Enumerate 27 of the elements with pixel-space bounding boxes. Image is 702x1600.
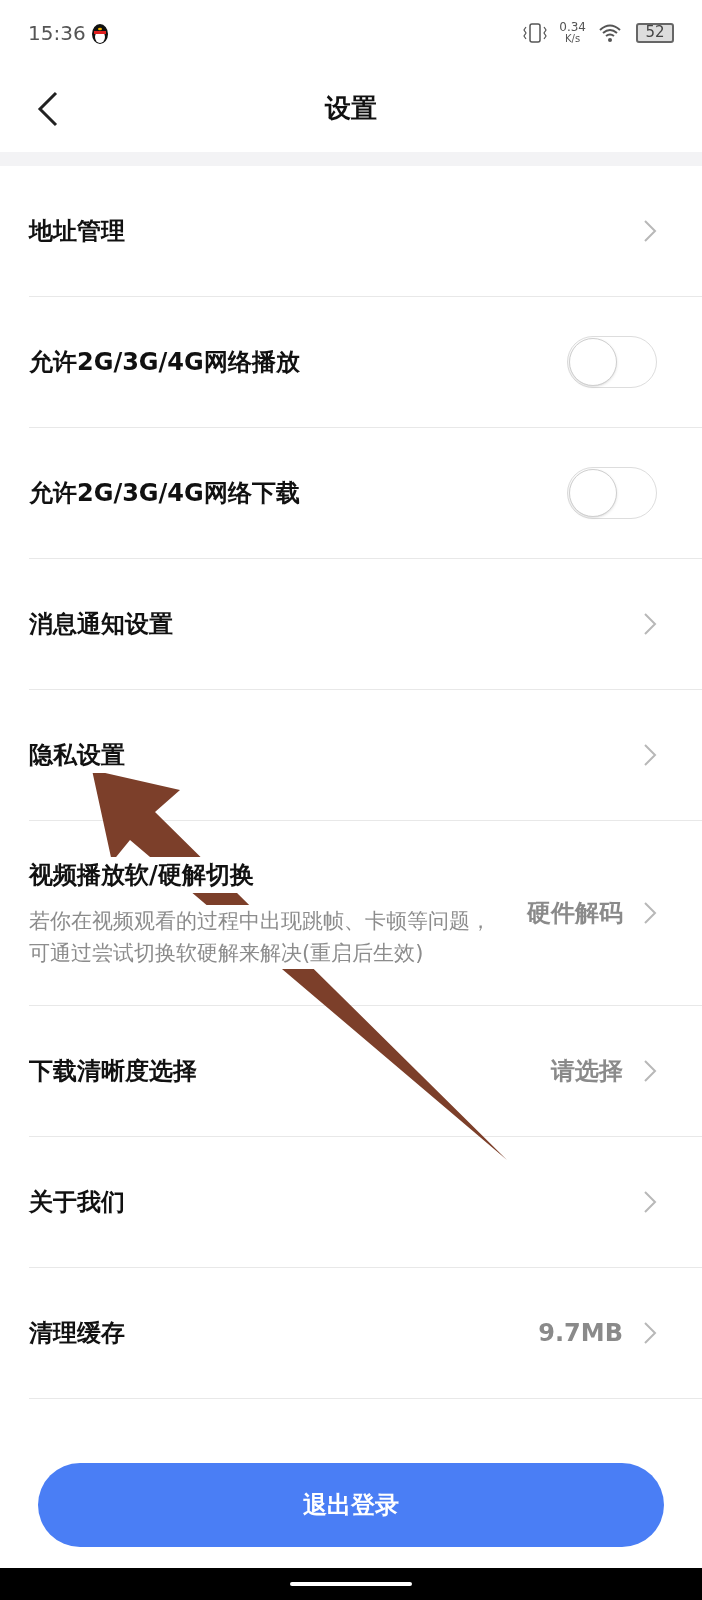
status-time: 15:36 [28, 19, 86, 47]
settings-row[interactable]: 地址管理 [29, 166, 702, 297]
chevron-right-icon [643, 1321, 657, 1345]
settings-row[interactable]: 关于我们 [29, 1137, 702, 1268]
network-speed: 0.34 [559, 20, 586, 33]
page-title: 设置 [325, 92, 377, 125]
chevron-right-icon [643, 1190, 657, 1214]
chevron-right-icon [643, 1059, 657, 1083]
row-value: 硬件解码 [527, 898, 623, 929]
settings-row[interactable]: 允许2G/3G/4G网络下载 [29, 428, 702, 559]
chevron-right-icon [643, 743, 657, 767]
toggle-switch[interactable] [567, 467, 657, 519]
toggle-switch[interactable] [567, 336, 657, 388]
battery-indicator: 52 [636, 22, 674, 43]
settings-row[interactable]: 清理缓存 9.7MB [29, 1268, 702, 1399]
settings-row[interactable]: 允许2G/3G/4G网络播放 [29, 297, 702, 428]
row-value: 请选择 [551, 1056, 623, 1087]
row-label: 视频播放软/硬解切换 [29, 857, 254, 893]
network-speed-unit: K/s [565, 32, 581, 45]
chevron-right-icon [643, 901, 657, 925]
settings-row[interactable]: 消息通知设置 [29, 559, 702, 690]
row-value: 9.7MB [538, 1318, 623, 1349]
vibrate-icon [523, 21, 548, 44]
chevron-right-icon [643, 219, 657, 243]
chevron-right-icon [643, 612, 657, 636]
logout-button[interactable]: 退出登录 [38, 1463, 664, 1547]
back-icon[interactable] [37, 90, 59, 127]
